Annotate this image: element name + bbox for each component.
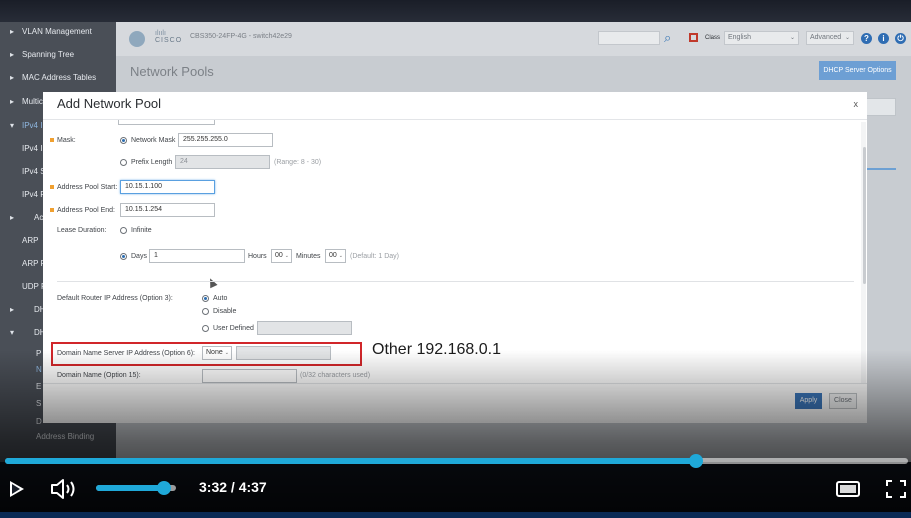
router-disable-radio[interactable]	[202, 308, 209, 315]
volume-fill	[96, 485, 164, 491]
router-auto-radio[interactable]	[202, 295, 209, 302]
lease-days-input[interactable]: 1	[149, 249, 245, 263]
chevron-down-icon: ⌄	[789, 35, 795, 41]
network-mask-label: Network Mask	[131, 137, 176, 144]
network-mask-input[interactable]: 255.255.255.0	[178, 133, 273, 147]
menu-toggle-icon[interactable]	[129, 31, 145, 47]
cisco-logo: ılıılı CISCO	[155, 30, 182, 44]
play-icon[interactable]	[10, 481, 24, 497]
router-user-defined-label: User Defined	[213, 325, 254, 332]
video-progress-fill	[5, 458, 696, 464]
header-search-input[interactable]	[598, 31, 660, 45]
dialog-footer	[43, 383, 867, 423]
highlight-box	[51, 342, 362, 366]
class-label: Class	[705, 35, 721, 41]
pool-start-input[interactable]: 10.15.1.100	[120, 180, 215, 194]
mask-label: Mask:	[57, 137, 76, 144]
lease-minutes-value: 00	[329, 252, 337, 259]
lease-hours-select[interactable]: 00 ⌄	[271, 249, 292, 263]
chevron-down-icon: ⌄	[844, 35, 850, 41]
pool-end-input[interactable]: 10.15.1.254	[120, 203, 215, 217]
lease-hours-value: 00	[275, 252, 283, 259]
mode-value: Advanced	[810, 34, 842, 41]
lease-infinite-radio[interactable]	[120, 227, 127, 234]
dialog-header: Add Network Pool x	[43, 92, 867, 120]
language-value: English	[728, 34, 751, 41]
device-name: CBS350-24FP-4G - switch42e29	[190, 33, 292, 40]
nav-item-mac-address-tables[interactable]: MAC Address Tables	[0, 68, 116, 88]
pool-end-label: Address Pool End:	[57, 207, 115, 214]
required-marker	[50, 185, 54, 189]
prefix-range-hint: (Range: 8 - 30)	[274, 159, 322, 166]
annotation-text: Other 192.168.0.1	[372, 341, 501, 358]
video-progress-bar[interactable]	[5, 454, 908, 468]
volume-slider[interactable]	[96, 481, 176, 495]
pool-start-label: Address Pool Start:	[57, 184, 118, 191]
nav-item-address-binding[interactable]: Address Binding	[0, 427, 116, 447]
mode-select[interactable]: Advanced ⌄	[806, 31, 854, 45]
search-icon[interactable]: ⌕	[664, 30, 671, 46]
lease-days-label: Days	[131, 253, 147, 260]
router-ip-input[interactable]	[257, 321, 352, 335]
lease-default-hint: (Default: 1 Day)	[350, 253, 400, 260]
chevron-down-icon: ⌄	[284, 253, 289, 259]
lease-days-radio[interactable]	[120, 253, 127, 260]
required-marker	[50, 138, 54, 142]
pool-name-field-partial[interactable]	[118, 120, 215, 125]
domain-name-input[interactable]	[202, 369, 297, 383]
router-disable-label: Disable	[213, 308, 237, 315]
apply-button[interactable]: Apply	[795, 393, 822, 409]
lease-minutes-select[interactable]: 00 ⌄	[325, 249, 346, 263]
volume-icon[interactable]	[50, 478, 78, 500]
router-auto-label: Auto	[213, 295, 228, 302]
language-select[interactable]: English ⌄	[724, 31, 799, 45]
network-mask-radio[interactable]	[120, 137, 127, 144]
save-icon[interactable]	[689, 33, 698, 42]
lease-minutes-label: Minutes	[296, 253, 321, 260]
logout-icon[interactable]: ⏻	[895, 33, 906, 44]
router-label: Default Router IP Address (Option 3):	[57, 295, 173, 302]
prefix-length-input[interactable]: 24	[175, 155, 270, 169]
lease-infinite-label: Infinite	[131, 227, 152, 234]
captions-icon[interactable]	[836, 481, 860, 497]
bottom-edge	[0, 512, 911, 518]
lease-hours-label: Hours	[248, 253, 267, 260]
help-icon[interactable]: ?	[861, 33, 872, 44]
domain-name-label: Domain Name (Option 15):	[57, 372, 141, 379]
prefix-length-label: Prefix Length	[131, 159, 173, 166]
app-body-underline	[866, 168, 896, 170]
domain-name-hint: (0/32 characters used)	[300, 372, 371, 379]
cisco-bars-icon: ılıılı	[155, 30, 166, 37]
cisco-wordmark: CISCO	[155, 37, 183, 44]
video-frame[interactable]: VLAN Management Spanning Tree MAC Addres…	[0, 0, 911, 518]
app-body-tab	[866, 98, 896, 116]
section-divider	[57, 281, 854, 282]
dialog-scrollbar-thumb[interactable]	[863, 147, 866, 284]
info-icon[interactable]: i	[878, 33, 889, 44]
nav-item-vlan-management[interactable]: VLAN Management	[0, 22, 116, 42]
prefix-length-radio[interactable]	[120, 159, 127, 166]
close-button[interactable]: Close	[829, 393, 857, 409]
router-user-defined-radio[interactable]	[202, 325, 209, 332]
page-title: Network Pools	[130, 64, 214, 79]
fullscreen-icon[interactable]	[886, 480, 906, 498]
lease-duration-label: Lease Duration:	[57, 227, 107, 234]
required-marker	[50, 208, 54, 212]
video-progress-handle[interactable]	[688, 454, 703, 468]
dialog-title: Add Network Pool	[57, 96, 162, 111]
playback-time: 3:32 / 4:37	[199, 479, 267, 495]
chevron-down-icon: ⌄	[338, 253, 343, 259]
dhcp-server-options-button[interactable]: DHCP Server Options	[819, 61, 896, 80]
close-icon[interactable]: x	[854, 99, 859, 109]
volume-handle[interactable]	[157, 481, 171, 495]
nav-item-spanning-tree[interactable]: Spanning Tree	[0, 45, 116, 65]
